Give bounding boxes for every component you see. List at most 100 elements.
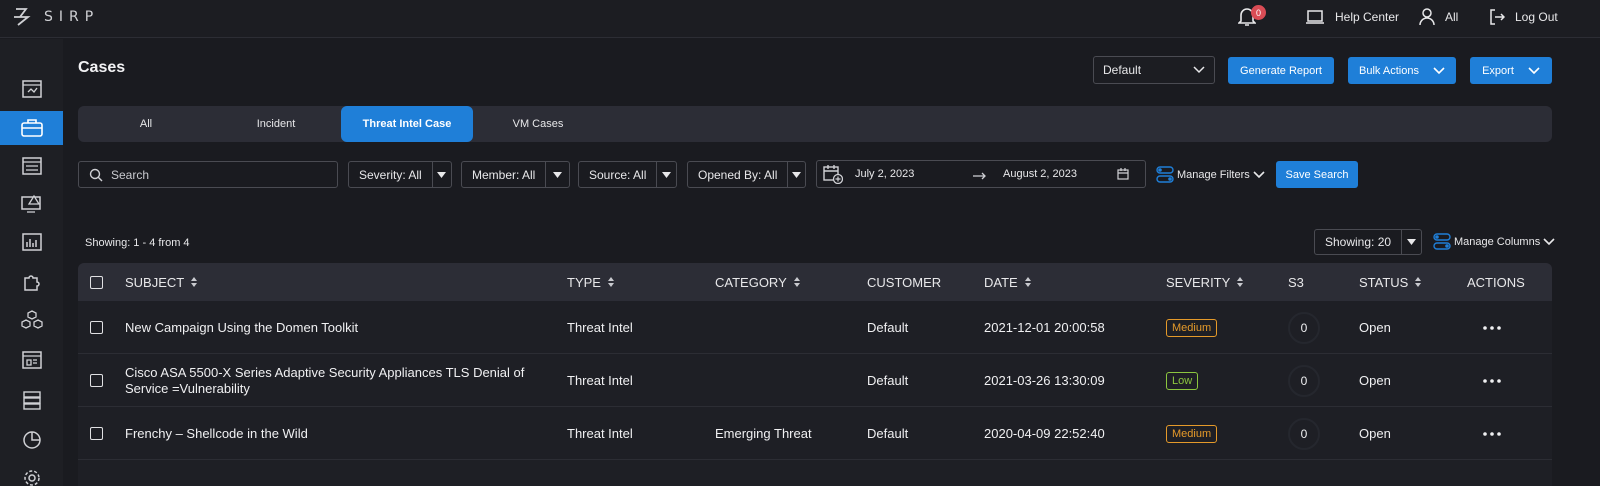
bulk-actions-button[interactable]: Bulk Actions xyxy=(1348,57,1456,84)
col-s3-label: S3 xyxy=(1288,274,1304,290)
col-subject[interactable]: SUBJECT xyxy=(125,263,198,301)
caret-down-icon xyxy=(431,162,451,187)
user-menu[interactable]: All xyxy=(1419,0,1458,34)
sidebar-item-list[interactable] xyxy=(0,149,63,183)
date-from[interactable]: July 2, 2023 xyxy=(855,168,914,180)
sidebar-item-integrations[interactable] xyxy=(0,265,63,299)
sort-icon xyxy=(1415,277,1422,287)
table-row[interactable] xyxy=(78,460,1552,486)
sidebar-item-database[interactable] xyxy=(0,383,63,417)
col-customer: CUSTOMER xyxy=(867,263,941,301)
view-select[interactable]: Default xyxy=(1093,56,1215,84)
col-severity-label: SEVERITY xyxy=(1166,274,1231,290)
help-center-label: Help Center xyxy=(1335,10,1400,24)
tab-vm-cases[interactable]: VM Cases xyxy=(475,106,601,142)
col-actions: ACTIONS xyxy=(1467,263,1525,301)
manage-columns-label: Manage Columns xyxy=(1454,236,1541,248)
opened-by-filter[interactable]: Opened By: All xyxy=(687,161,806,188)
col-date[interactable]: DATE xyxy=(984,263,1032,301)
list-icon xyxy=(21,157,42,175)
date-to[interactable]: August 2, 2023 xyxy=(1003,168,1077,180)
col-status-label: STATUS xyxy=(1359,274,1409,290)
sort-icon xyxy=(191,277,198,287)
pie-chart-icon xyxy=(22,431,41,449)
manage-filters-label: Manage Filters xyxy=(1177,169,1250,181)
sidebar-item-assets[interactable] xyxy=(0,303,63,337)
save-search-button[interactable]: Save Search xyxy=(1276,161,1358,188)
s3-score: 0 xyxy=(1288,311,1320,344)
row-actions-menu[interactable] xyxy=(1483,354,1501,407)
severity-filter-label: Severity: All xyxy=(359,167,422,182)
sidebar-item-dashboard[interactable] xyxy=(0,72,63,106)
page-size-select[interactable]: Showing: 20 xyxy=(1314,229,1422,255)
logo[interactable]: SIRP xyxy=(12,7,99,27)
laptop-icon xyxy=(1306,10,1324,24)
briefcase-icon xyxy=(20,119,43,137)
chevron-down-icon xyxy=(1543,238,1555,246)
export-button[interactable]: Export xyxy=(1470,57,1552,84)
row-subject[interactable]: Cisco ASA 5500-X Series Adaptive Securit… xyxy=(125,354,545,407)
tab-threat-intel-case[interactable]: Threat Intel Case xyxy=(341,106,473,142)
sidebar xyxy=(0,39,63,486)
dashboard-icon xyxy=(21,80,42,98)
caret-down-icon xyxy=(1401,230,1421,254)
sidebar-item-settings[interactable] xyxy=(0,461,63,486)
row-checkbox[interactable] xyxy=(90,354,103,407)
member-filter[interactable]: Member: All xyxy=(461,161,570,188)
row-category: Emerging Threat xyxy=(715,426,812,441)
caret-down-icon xyxy=(656,162,676,187)
row-checkbox[interactable] xyxy=(90,301,103,354)
sidebar-item-dashboards[interactable] xyxy=(0,343,63,377)
manage-columns-button[interactable]: Manage Columns xyxy=(1433,233,1555,251)
s3-score: 0 xyxy=(1288,417,1320,450)
col-actions-label: ACTIONS xyxy=(1467,274,1525,290)
generate-report-button[interactable]: Generate Report xyxy=(1228,57,1334,84)
settings-icon xyxy=(23,470,40,486)
date-range-picker[interactable]: July 2, 2023 August 2, 2023 xyxy=(816,160,1146,188)
notifications-button[interactable]: 0 xyxy=(1237,0,1266,34)
monitor-alert-icon xyxy=(20,194,41,213)
logout-label: Log Out xyxy=(1515,10,1558,24)
row-status: Open xyxy=(1359,373,1391,388)
user-icon xyxy=(1419,8,1435,26)
col-category[interactable]: CATEGORY xyxy=(715,263,801,301)
search-icon xyxy=(89,168,103,181)
col-type[interactable]: TYPE xyxy=(567,263,615,301)
severity-filter[interactable]: Severity: All xyxy=(348,161,452,188)
user-label: All xyxy=(1445,10,1459,24)
cases-table: SUBJECT TYPE CATEGORY CUSTOMER DATE SEVE… xyxy=(78,263,1552,486)
opened-by-filter-label: Opened By: All xyxy=(698,167,778,182)
table-row[interactable]: New Campaign Using the Domen Toolkit Thr… xyxy=(78,301,1552,354)
row-checkbox[interactable] xyxy=(90,407,103,460)
sidebar-item-alerts[interactable] xyxy=(0,187,63,221)
search-input[interactable] xyxy=(111,167,311,182)
row-subject[interactable]: Frenchy – Shellcode in the Wild xyxy=(125,407,545,460)
tab-incident[interactable]: Incident xyxy=(213,106,339,142)
source-filter[interactable]: Source: All xyxy=(578,161,677,188)
row-actions-menu[interactable] xyxy=(1483,407,1501,460)
help-center-link[interactable]: Help Center xyxy=(1305,0,1399,34)
chevron-down-icon xyxy=(1433,66,1445,74)
row-type: Threat Intel xyxy=(567,373,633,388)
table-row[interactable]: Frenchy – Shellcode in the Wild Threat I… xyxy=(78,407,1552,460)
tab-all[interactable]: All xyxy=(83,106,209,142)
table-row[interactable]: Cisco ASA 5500-X Series Adaptive Securit… xyxy=(78,354,1552,407)
select-all-checkbox[interactable] xyxy=(90,263,103,301)
row-subject[interactable]: New Campaign Using the Domen Toolkit xyxy=(125,301,545,354)
chevron-down-icon xyxy=(1193,66,1205,74)
manage-filters-button[interactable]: Manage Filters xyxy=(1156,166,1265,184)
row-customer: Default xyxy=(867,320,909,335)
row-date: 2021-12-01 20:00:58 xyxy=(984,320,1105,335)
row-actions-menu[interactable] xyxy=(1483,301,1501,354)
col-status[interactable]: STATUS xyxy=(1359,263,1422,301)
logout-button[interactable]: Log Out xyxy=(1489,0,1558,34)
sidebar-item-reports[interactable] xyxy=(0,225,63,259)
sort-icon xyxy=(1237,277,1244,287)
sidebar-item-cases[interactable] xyxy=(0,111,63,145)
col-severity[interactable]: SEVERITY xyxy=(1166,263,1244,301)
save-search-label: Save Search xyxy=(1285,168,1349,181)
member-filter-label: Member: All xyxy=(472,167,536,182)
sidebar-item-analytics[interactable] xyxy=(0,423,63,457)
row-customer: Default xyxy=(867,426,909,441)
view-select-value: Default xyxy=(1103,63,1142,77)
